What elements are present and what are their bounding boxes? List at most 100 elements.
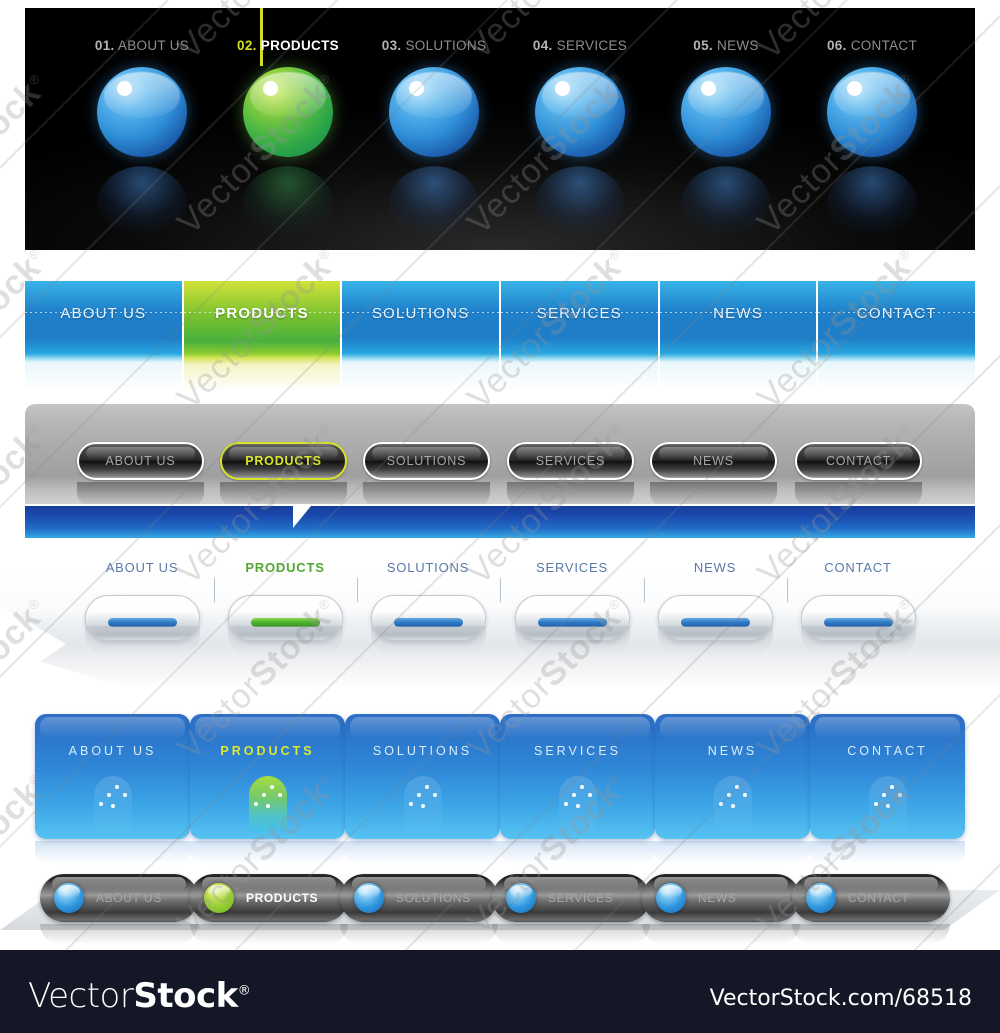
dome-arch-icon (403, 776, 442, 832)
sphere-graphic (827, 67, 917, 242)
orb-pill-contact[interactable]: CONTACT (792, 874, 950, 922)
white-pill-item-services[interactable]: SERVICES (502, 560, 642, 656)
dome-dot-icon (889, 785, 894, 789)
dome-dot-icon (424, 785, 429, 789)
sphere-icon[interactable] (827, 67, 917, 157)
white-nav-band: ABOUT US PRODUCTS SOLUTIONS SERVICES NEWS CON… (0, 560, 1000, 690)
metallic-pill-label: ABOUT US (105, 454, 176, 468)
photo-tab-contact[interactable]: CONTACT (818, 281, 976, 391)
dome-dot-icon (261, 793, 266, 797)
sphere-nav-item-solutions[interactable]: 03. SOLUTIONS (359, 38, 509, 242)
metallic-pill-label: SERVICES (535, 454, 606, 468)
orb-pill-products[interactable]: PRODUCTS (190, 874, 348, 922)
sphere-icon[interactable] (389, 67, 479, 157)
blue-card-row: ABOUT US PRODUCTS SOLUTIONS SERVICES NEWS CON… (0, 710, 1000, 863)
sphere-gloss (834, 71, 910, 119)
white-pill-label: NEWS (693, 560, 737, 575)
dome-arch-icon (248, 776, 287, 832)
blue-card-products[interactable]: PRODUCTS (190, 714, 345, 839)
blue-card-reflection (345, 841, 500, 863)
sphere-nav-text: CONTACT (850, 38, 918, 53)
metallic-pill-about-us[interactable]: ABOUT US (77, 442, 204, 480)
active-pointer-notch (293, 506, 311, 528)
blue-card-services[interactable]: SERVICES (500, 714, 655, 839)
dome-dot-icon (277, 793, 282, 797)
photo-tab-news[interactable]: NEWS (659, 281, 817, 391)
sphere-nav-number: 03. (381, 38, 402, 53)
dome-dot-icon (885, 804, 890, 808)
blue-card-label: SERVICES (534, 744, 621, 758)
metallic-pill-products[interactable]: PRODUCTS (220, 442, 347, 480)
dome-arch-icon (558, 776, 597, 832)
sphere-graphic (97, 67, 187, 242)
dome-dot-icon (730, 804, 735, 808)
sphere-nav-text: SERVICES (556, 38, 628, 53)
blue-card-contact[interactable]: CONTACT (810, 714, 965, 839)
orb-pill-news[interactable]: NEWS (642, 874, 800, 922)
sphere-reflection (827, 166, 917, 242)
white-pill-item-contact[interactable]: CONTACT (788, 560, 928, 656)
sphere-nav-number: 04. (532, 38, 553, 53)
blue-card-solutions[interactable]: SOLUTIONS (345, 714, 500, 839)
orb-pill-row: ABOUT US PRODUCTS SOLUTIONS SERVICES NEWS CON… (0, 866, 1000, 948)
white-pill-gloss (95, 599, 189, 615)
sphere-nav-item-news[interactable]: 05. NEWS (651, 38, 801, 242)
sphere-nav-item-products[interactable]: 02. PRODUCTS (213, 38, 363, 242)
blue-card-about-us[interactable]: ABOUT US (35, 714, 190, 839)
metallic-pill-solutions[interactable]: SOLUTIONS (363, 442, 490, 480)
sphere-nav-item-contact[interactable]: 06. CONTACT (797, 38, 947, 242)
orb-gloss (660, 885, 682, 898)
orb-pill-about-us[interactable]: ABOUT US (40, 874, 198, 922)
orb-indicator-icon (54, 883, 84, 913)
photo-tab-solutions[interactable]: SOLUTIONS (342, 281, 500, 391)
white-pill-separator (500, 578, 501, 602)
photo-tab-about-us[interactable]: ABOUT US (25, 281, 182, 391)
orb-pill-services[interactable]: SERVICES (492, 874, 650, 922)
blue-card-sheen (195, 717, 340, 739)
sphere-nav-text: PRODUCTS (260, 38, 339, 53)
blue-card-sheen (40, 717, 185, 739)
sphere-gloss (542, 71, 618, 119)
white-pill-item-products[interactable]: PRODUCTS (215, 560, 355, 656)
sphere-icon[interactable] (535, 67, 625, 157)
orb-indicator-icon (354, 883, 384, 913)
white-pill-item-about-us[interactable]: ABOUT US (72, 560, 212, 656)
white-pill-item-news[interactable]: NEWS (645, 560, 785, 656)
metallic-pill-label: PRODUCTS (245, 454, 322, 468)
sphere-icon[interactable] (243, 67, 333, 157)
sphere-nav-item-services[interactable]: 04. SERVICES (505, 38, 655, 242)
photo-tab-products[interactable]: PRODUCTS (183, 281, 341, 391)
orb-gloss (358, 885, 380, 898)
dome-dot-icon (432, 793, 437, 797)
sphere-nav-label: 05. NEWS (651, 38, 801, 53)
blue-card-news[interactable]: NEWS (655, 714, 810, 839)
sphere-icon[interactable] (681, 67, 771, 157)
metallic-pill-news[interactable]: NEWS (650, 442, 777, 480)
orb-pill-reflection (340, 924, 498, 944)
blue-card-label: NEWS (707, 744, 758, 758)
orb-pill-label: ABOUT US (96, 891, 162, 905)
photo-tab-label: PRODUCTS (215, 305, 309, 322)
blue-card-label: CONTACT (847, 744, 928, 758)
sphere-nav-item-about-us[interactable]: 01. ABOUT US (67, 38, 217, 242)
white-pill-item-solutions[interactable]: SOLUTIONS (358, 560, 498, 656)
orb-pill-solutions[interactable]: SOLUTIONS (340, 874, 498, 922)
photo-tab-services[interactable]: SERVICES (501, 281, 658, 391)
white-pill-gloss (811, 599, 905, 615)
orb-pill-reflection (492, 924, 650, 944)
metallic-pill-contact[interactable]: CONTACT (795, 442, 922, 480)
logo-registered-icon: ® (237, 983, 251, 999)
metallic-pill-label: CONTACT (825, 454, 892, 468)
dome-dot-icon (253, 802, 258, 806)
orb-pill-label: SOLUTIONS (396, 891, 471, 905)
sphere-nav-label: 01. ABOUT US (67, 38, 217, 53)
poster-canvas: 01. ABOUT US 02. PRODUCTS 03. SOLUTIONS 04.… (0, 0, 1000, 1033)
white-pill-label: CONTACT (824, 560, 892, 575)
blue-card-reflection (190, 841, 345, 863)
blue-card-reflection (500, 841, 655, 863)
metallic-pill-services[interactable]: SERVICES (507, 442, 634, 480)
blue-card-sheen (350, 717, 495, 739)
metallic-pill-reflection (795, 482, 922, 504)
sphere-icon[interactable] (97, 67, 187, 157)
blue-card-sheen (815, 717, 960, 739)
